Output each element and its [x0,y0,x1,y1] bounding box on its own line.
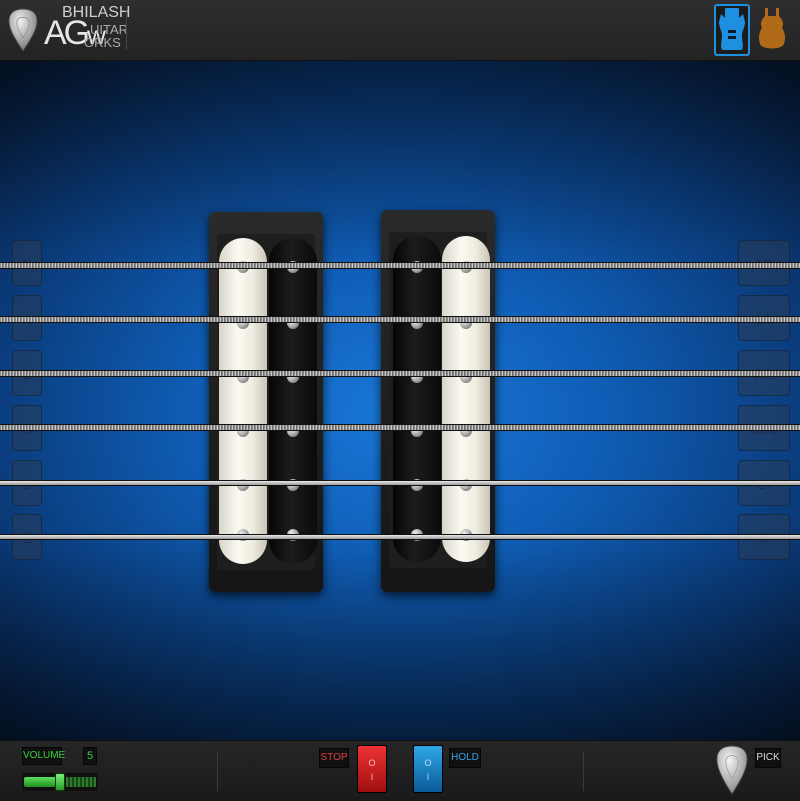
stop-switch-on-mark: O [368,758,376,768]
hold-label: HOLD [449,748,481,768]
volume-slider-track [66,777,96,787]
electric-guitar-button[interactable] [714,4,750,56]
top-bar: AGw BHILASH UITAR ORKS [0,0,800,61]
pickup-coil-black [269,238,317,564]
stop-switch-off-mark: I [370,772,374,782]
pickup-coil-black [393,236,441,562]
control-bar: VOLUME 5 STOP O I O I HOLD PICK [0,740,800,801]
electric-guitar-icon [719,8,745,50]
volume-slider[interactable] [22,773,98,791]
string-3[interactable] [0,370,800,377]
string-5[interactable] [0,480,800,486]
string-4[interactable] [0,424,800,431]
pickup-coil-white [442,236,490,562]
guitar-pick-logo-icon [8,8,38,52]
logo-divider [126,10,127,50]
acoustic-guitar-button[interactable] [756,4,792,56]
string-2[interactable] [0,316,800,323]
hold-switch[interactable]: O I [413,745,443,793]
volume-slider-fill [24,777,56,787]
volume-slider-knob[interactable] [55,773,65,791]
hold-switch-off-mark: I [426,772,430,782]
pickup-coil-white [219,238,267,564]
acoustic-guitar-icon [758,8,786,49]
string-6[interactable] [0,534,800,540]
stop-label: STOP [319,748,349,768]
stop-switch[interactable]: O I [357,745,387,793]
volume-value: 5 [83,747,97,765]
hold-switch-on-mark: O [424,758,432,768]
guitar-pick-icon[interactable] [716,745,748,795]
divider [217,751,218,791]
volume-label: VOLUME [22,747,65,765]
logo-line-3: ORKS [84,35,121,50]
pick-label: PICK [755,748,781,768]
string-1[interactable] [0,262,800,269]
divider [583,751,584,791]
logo-line-1: BHILASH [62,4,131,21]
